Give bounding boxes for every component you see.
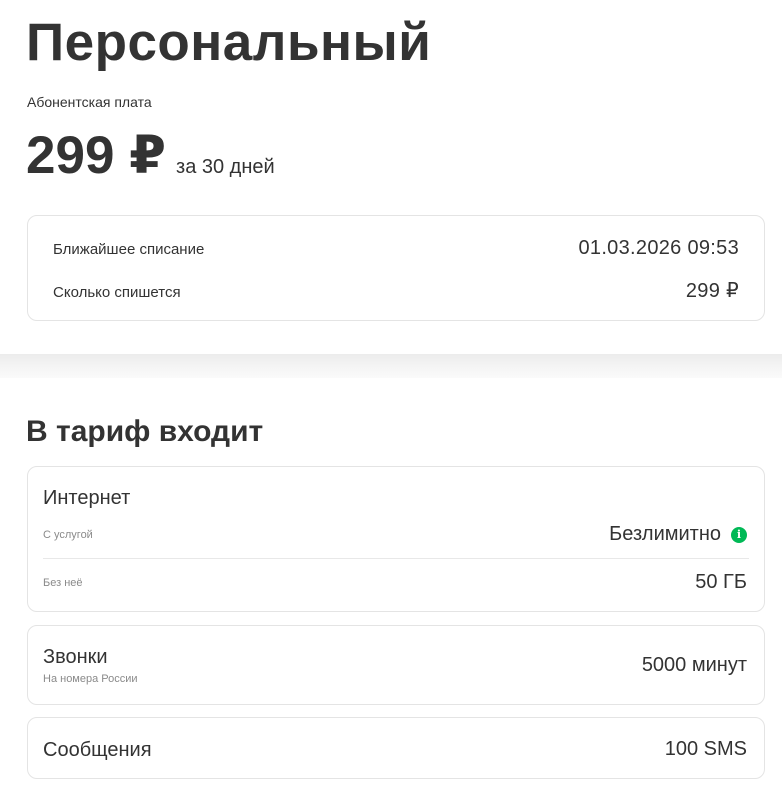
sms-card: Сообщения 100 SMS (27, 717, 765, 779)
sms-value: 100 SMS (664, 738, 747, 760)
billing-card: Ближайшее списание 01.03.2026 09:53 Скол… (27, 215, 765, 321)
internet-with-service-value: Безлимитно (609, 523, 721, 545)
subscription-fee-label: Абонентская плата (27, 94, 152, 110)
price-period: за 30 дней (176, 156, 275, 178)
included-title: В тариф входит (26, 415, 264, 448)
plan-title: Персональный (26, 13, 432, 72)
internet-with-service-label: С услугой (43, 529, 93, 541)
info-icon[interactable]: i (731, 526, 747, 543)
next-charge-value: 01.03.2026 09:53 (578, 237, 739, 259)
internet-without-service-value: 50 ГБ (695, 571, 747, 593)
price-amount: 299 ₽ (26, 126, 167, 185)
calls-value: 5000 минут (641, 654, 747, 676)
charge-amount-label: Сколько спишется (53, 284, 181, 301)
calls-card: Звонки На номера России 5000 минут (27, 625, 765, 705)
plan-header-section: Персональный Абонентская плата 299 ₽ за 3… (0, 0, 782, 354)
internet-card: Интернет С услугой Безлимитно i Без неё … (27, 466, 765, 612)
calls-subtitle: На номера России (43, 673, 138, 685)
internet-without-service-label: Без неё (43, 577, 83, 589)
next-charge-label: Ближайшее списание (53, 241, 205, 258)
internet-title: Интернет (43, 487, 131, 509)
calls-title: Звонки (43, 646, 108, 668)
charge-amount-row: Сколько спишется 299 ₽ (53, 278, 739, 303)
charge-amount-value: 299 ₽ (685, 280, 739, 302)
sms-title: Сообщения (43, 739, 152, 761)
price-row: 299 ₽ за 30 дней (26, 128, 275, 184)
section-divider (0, 354, 782, 378)
internet-with-service-value-row: Безлимитно i (609, 523, 747, 546)
included-section: В тариф входит Интернет С услугой Безлим… (0, 378, 782, 793)
next-charge-row: Ближайшее списание 01.03.2026 09:53 (53, 237, 739, 260)
internet-divider (43, 558, 749, 559)
